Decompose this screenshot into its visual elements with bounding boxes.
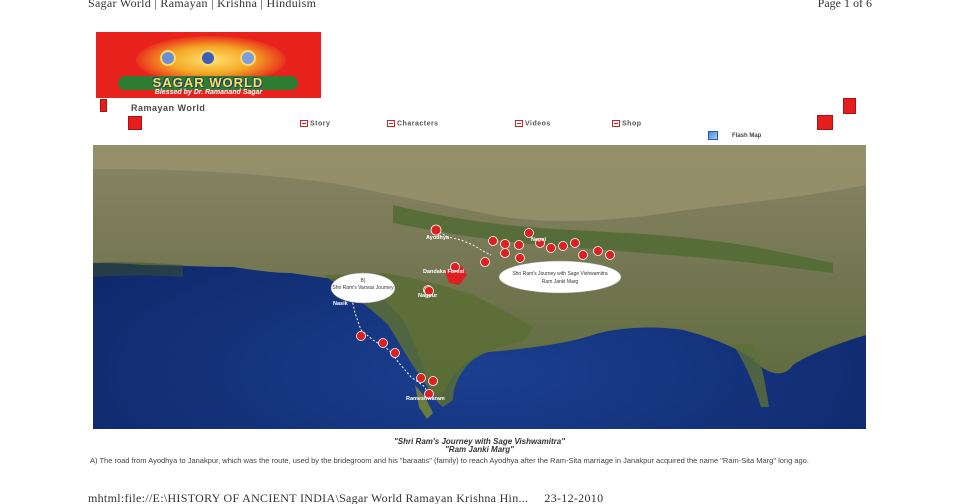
route-marker[interactable]: [416, 373, 426, 383]
print-header: Sagar World | Ramayan | Krishna | Hindui…: [0, 0, 960, 12]
page-title: Ramayan World: [131, 103, 206, 113]
nav-characters[interactable]: Characters: [387, 120, 439, 130]
route-marker[interactable]: [430, 224, 442, 236]
route-marker[interactable]: [570, 238, 580, 248]
bubble-vanvas-text: Shri Ram's Vanvas Journey: [332, 285, 394, 291]
map-label-nepal: Nepal: [531, 237, 546, 243]
route-marker[interactable]: [605, 250, 615, 260]
map-canvas: Ayodhya Nepal Dandaka Forest Nagpur Nasi…: [93, 145, 866, 429]
bubble-janki[interactable]: Shri Ram's Journey with Sage Vishwamitra…: [498, 260, 622, 294]
nav-characters-label: Characters: [397, 120, 439, 128]
route-marker[interactable]: [390, 348, 400, 358]
route-marker[interactable]: [578, 250, 588, 260]
print-header-page: Page 1 of 6: [817, 0, 872, 10]
bubble-janki-text: Shri Ram's Journey with Sage Vishwamitra: [512, 271, 608, 277]
print-footer: mhtml:file://E:\HISTORY OF ANCIENT INDIA…: [88, 491, 603, 504]
nav-videos[interactable]: Videos: [515, 120, 551, 130]
route-marker[interactable]: [488, 236, 498, 246]
flash-map-icon: [708, 131, 718, 140]
nav-story[interactable]: Story: [300, 120, 330, 130]
nav-story-label: Story: [310, 120, 331, 128]
nav-bullet-icon: [612, 120, 620, 127]
logo-figure-icon: [160, 50, 176, 66]
decor-red-block: [100, 99, 107, 112]
nav-shop[interactable]: Shop: [612, 120, 642, 130]
route-marker[interactable]: [480, 257, 490, 267]
print-header-title: Sagar World | Ramayan | Krishna | Hindui…: [88, 0, 317, 10]
logo-figure-icon: [240, 50, 256, 66]
bubble-vanvas[interactable]: B) Shri Ram's Vanvas Journey: [330, 272, 396, 304]
map-caption-line2: "Ram Janki Marg": [445, 445, 514, 454]
flash-map-label: Flash Map: [732, 133, 762, 140]
flash-map-link[interactable]: Flash Map: [708, 131, 761, 140]
bubble-vanvas-number: B): [361, 278, 366, 284]
decor-red-block: [817, 115, 833, 130]
print-footer-path: mhtml:file://E:\HISTORY OF ANCIENT INDIA…: [88, 491, 529, 504]
map-label-dandaka: Dandaka Forest: [423, 269, 464, 275]
satellite-map[interactable]: Ayodhya Nepal Dandaka Forest Nagpur Nasi…: [93, 145, 866, 429]
route-marker[interactable]: [356, 331, 366, 341]
route-marker[interactable]: [558, 241, 568, 251]
map-label-nasik: Nasik: [333, 301, 349, 307]
sagar-world-logo[interactable]: SAGAR WORLD Blessed by Dr. Ramanand Saga…: [96, 32, 321, 98]
nav-bullet-icon: [387, 120, 395, 127]
nav-videos-label: Videos: [525, 120, 551, 128]
map-label-rameshwaram: Rameshwaram: [406, 396, 445, 402]
route-marker[interactable]: [593, 246, 603, 256]
route-marker[interactable]: [514, 240, 524, 250]
route-marker[interactable]: [500, 239, 510, 249]
map-label-nagpur: Nagpur: [418, 293, 438, 299]
decor-red-block: [128, 116, 142, 130]
route-marker[interactable]: [378, 338, 388, 348]
map-label-ayodhya: Ayodhya: [426, 235, 450, 241]
logo-figure-icon: [200, 50, 216, 66]
print-footer-date: 23-12-2010: [544, 491, 604, 504]
logo-brand-text: SAGAR WORLD: [118, 76, 298, 90]
logo-tagline: Blessed by Dr. Ramanand Sagar: [154, 89, 263, 96]
decor-red-block: [843, 98, 856, 114]
nav-bullet-icon: [515, 120, 523, 127]
route-marker[interactable]: [500, 248, 510, 258]
route-marker[interactable]: [546, 243, 556, 253]
nav-shop-label: Shop: [622, 120, 642, 128]
route-marker[interactable]: [428, 376, 438, 386]
description-paragraph: A) The road from Ayodhya to Janakpur, wh…: [90, 456, 809, 465]
nav-bullet-icon: [300, 120, 308, 127]
bubble-janki-sub: Ram Janki Marg: [542, 279, 579, 285]
route-marker[interactable]: [515, 253, 525, 263]
